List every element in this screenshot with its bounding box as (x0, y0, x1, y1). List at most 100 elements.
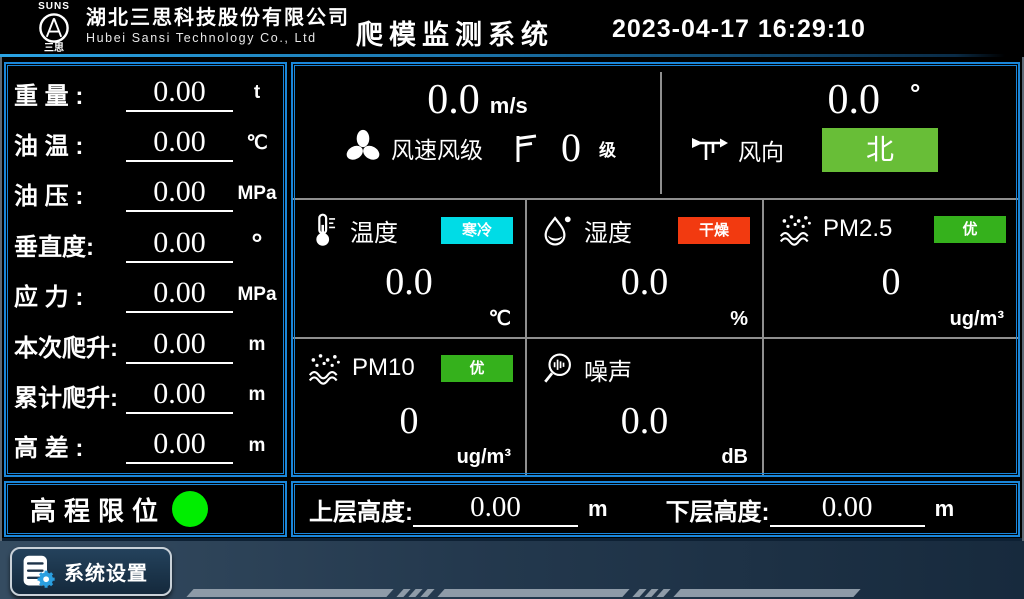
particles-icon (778, 212, 814, 246)
env-cell-noise: 噪声 0.0 dB (527, 339, 762, 475)
lower-height-unit: m (935, 496, 955, 522)
cell-unit: ug/m³ (950, 308, 1004, 331)
header: SUNS 三思 湖北三思科技股份有限公司 Hubei Sansi Technol… (0, 0, 1024, 57)
metric-row-height-diff: 高 差 : 0.00 m (14, 422, 277, 470)
footer-bar: 系统设置 (0, 541, 1024, 599)
sansi-logo-icon (38, 12, 70, 44)
metric-row-oil-temp: 油 温 : 0.00 ℃ (14, 120, 277, 168)
metric-label: 高 差 : (14, 428, 126, 463)
cell-unit: dB (721, 446, 748, 469)
wind-level-flag-icon (511, 132, 541, 164)
wind-direction-reading: 0.0 ° (662, 78, 1016, 122)
datetime-display: 2023-04-17 16:29:10 (612, 15, 866, 44)
company-name: 湖北三思科技股份有限公司 Hubei Sansi Technology Co.,… (86, 6, 350, 47)
metrics-rows: 重 量 : 0.00 t 油 温 : 0.00 ℃ 油 压 : 0.00 MPa… (14, 68, 277, 471)
metric-unit: MPa (237, 183, 277, 205)
metric-unit: m (237, 384, 277, 406)
cell-value: 0.0 (527, 260, 762, 304)
cell-name: 湿度 (584, 213, 632, 248)
metric-label: 重 量 : (14, 76, 126, 111)
env-cell-temperature: 温度 寒冷 0.0 ℃ (293, 200, 525, 337)
cell-value: 0 (764, 260, 1018, 304)
climbing-formwork-monitor-screen: SUNS 三思 湖北三思科技股份有限公司 Hubei Sansi Technol… (0, 0, 1024, 599)
sensor-panel: 0.0 m/s 风速风级 0 (291, 62, 1020, 477)
footer-stripe-decoration (190, 589, 857, 597)
cell-unit: ℃ (489, 306, 511, 331)
metric-row-current-climb: 本次爬升: 0.00 m (14, 321, 277, 369)
metric-row-total-climb: 累计爬升: 0.00 m (14, 371, 277, 419)
page-title: 爬模监测系统 (356, 13, 554, 52)
upper-height-unit: m (588, 496, 608, 522)
wind-level-value: 0 (561, 128, 581, 168)
cell-header: 噪声 (541, 351, 750, 387)
settings-sliders-gear-icon (20, 553, 56, 591)
cell-name: PM10 (352, 354, 415, 382)
lower-height-value: 0.00 (770, 491, 925, 527)
wind-speed-section: 0.0 m/s 风速风级 0 (295, 66, 660, 198)
elevation-limit-label: 高程限位 (30, 491, 166, 528)
wind-vane-icon (690, 133, 730, 167)
logo-suns-text: SUNS (26, 1, 82, 12)
company-logo: SUNS 三思 (26, 1, 82, 54)
cell-value: 0 (293, 399, 525, 443)
thermometer-icon (307, 212, 341, 248)
wind-direction-label: 风向 (738, 133, 784, 167)
metrics-panel: 重 量 : 0.00 t 油 温 : 0.00 ℃ 油 压 : 0.00 MPa… (4, 62, 287, 477)
metric-value: 0.00 (126, 327, 233, 364)
wind-direction-section: 0.0 ° 风向 北 (662, 66, 1016, 198)
metric-row-oil-pressure: 油 压 : 0.00 MPa (14, 170, 277, 218)
metric-value: 0.00 (126, 175, 233, 212)
metric-unit: ℃ (237, 132, 277, 155)
wind-direction-row: 风向 北 (690, 128, 1016, 172)
status-badge: 干燥 (678, 217, 750, 244)
logo-sansi-text: 三思 (26, 44, 82, 54)
env-cell-humidity: 湿度 干燥 0.0 % (527, 200, 762, 337)
company-name-cn: 湖北三思科技股份有限公司 (86, 6, 350, 30)
wind-level-row: 风速风级 0 级 (343, 128, 660, 168)
upper-height-label: 上层高度: (309, 492, 413, 527)
metric-value: 0.00 (126, 427, 233, 464)
wind-speed-reading: 0.0 m/s (295, 78, 660, 122)
wind-direction-badge: 北 (822, 128, 938, 172)
system-settings-button[interactable]: 系统设置 (10, 547, 172, 596)
metric-value: 0.00 (126, 276, 233, 313)
lower-height-label: 下层高度: (666, 492, 770, 527)
metric-label: 本次爬升: (14, 328, 126, 363)
noise-meter-icon (541, 351, 575, 387)
wind-speed-value: 0.0 (427, 78, 480, 122)
heights-panel: 上层高度: 0.00 m 下层高度: 0.00 m (291, 481, 1020, 537)
metric-value: 0.00 (126, 125, 233, 162)
metric-unit: ° (237, 234, 277, 254)
metric-unit: MPa (237, 284, 277, 306)
cell-unit: ug/m³ (457, 446, 511, 469)
settings-button-label: 系统设置 (64, 557, 148, 586)
upper-height-value: 0.00 (413, 491, 578, 527)
cell-name: 噪声 (584, 352, 632, 387)
elevation-limit-status-indicator (172, 491, 208, 527)
cell-header: 温度 寒冷 (307, 212, 513, 248)
metric-row-verticality: 垂直度: 0.00 ° (14, 220, 277, 268)
env-cell-empty (764, 339, 1018, 475)
wind-speed-unit: m/s (490, 93, 528, 119)
metric-value: 0.00 (126, 75, 233, 112)
metric-unit: m (237, 435, 277, 457)
metric-value: 0.00 (126, 226, 233, 263)
status-badge: 优 (441, 355, 513, 382)
metric-label: 应 力 : (14, 277, 126, 312)
company-name-en: Hubei Sansi Technology Co., Ltd (86, 30, 350, 47)
cell-value: 0.0 (527, 399, 762, 443)
metric-unit: m (237, 334, 277, 356)
metric-label: 累计爬升: (14, 378, 126, 413)
main-area: 重 量 : 0.00 t 油 温 : 0.00 ℃ 油 压 : 0.00 MPa… (0, 57, 1024, 541)
metric-label: 垂直度: (14, 227, 126, 262)
wind-level-unit: 级 (599, 136, 616, 161)
metric-unit: t (237, 82, 277, 104)
fan-icon (343, 128, 383, 168)
cell-header: PM2.5 优 (778, 212, 1006, 246)
env-cell-pm25: PM2.5 优 0 ug/m³ (764, 200, 1018, 337)
status-badge: 寒冷 (441, 217, 513, 244)
droplet-icon (541, 212, 575, 248)
wind-speed-label: 风速风级 (391, 131, 483, 165)
status-badge: 优 (934, 216, 1006, 243)
metric-label: 油 压 : (14, 176, 126, 211)
